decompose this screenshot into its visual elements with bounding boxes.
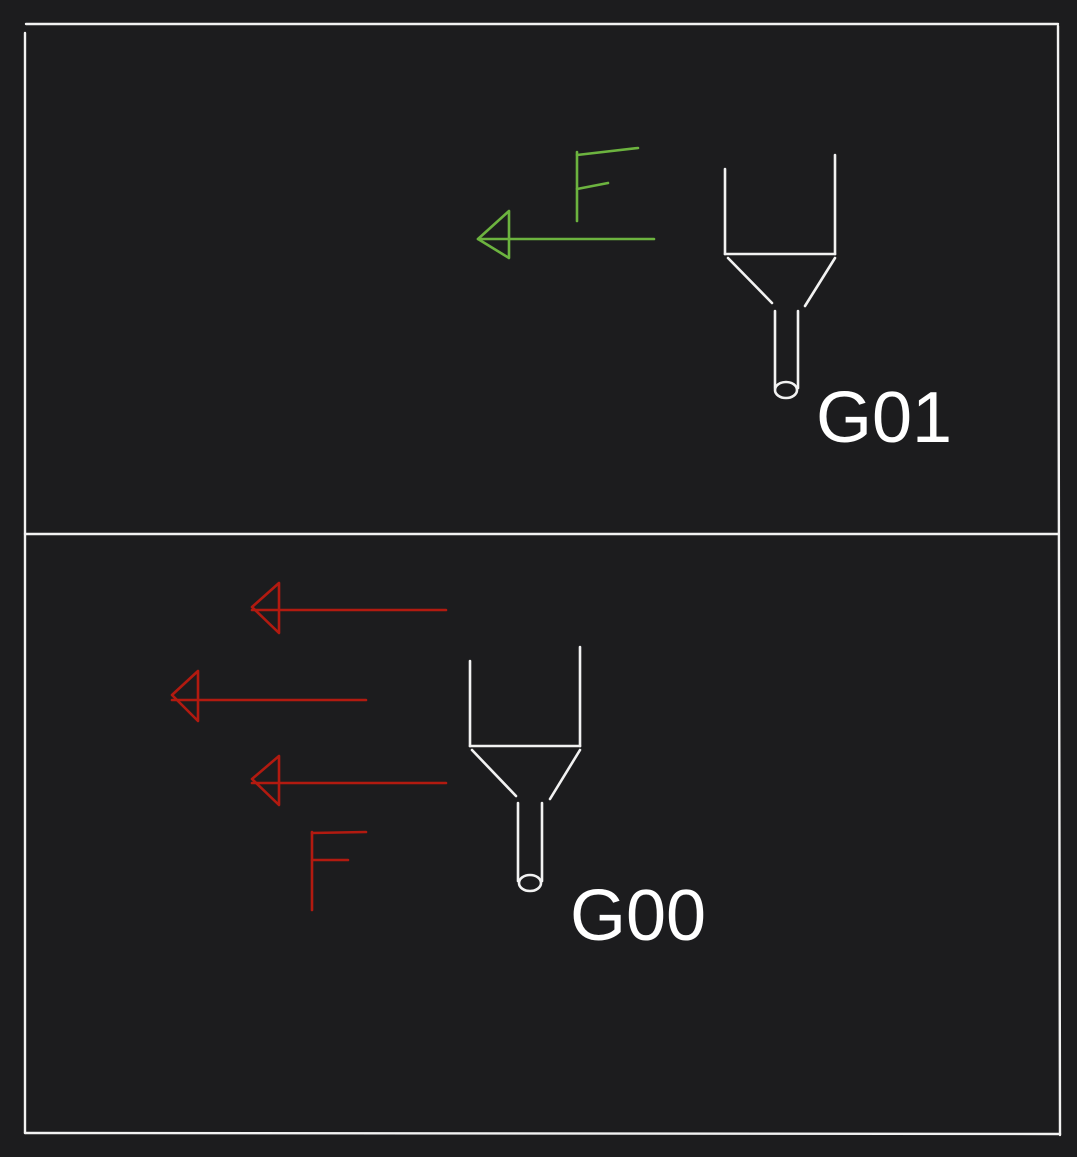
frame-right	[1056, 24, 1062, 1137]
panel-g00: G00	[170, 581, 706, 956]
feed-arrow-head	[476, 209, 511, 260]
feed-arrow-g01	[476, 209, 656, 260]
tool-icon-g00	[468, 645, 582, 893]
gcode-label-g00: G00	[570, 876, 706, 956]
rapid-arrow-2	[170, 669, 368, 723]
gcode-label-g01: G01	[816, 378, 952, 458]
gcode-motion-diagram: G01 G00	[23, 22, 1062, 1137]
rapid-arrow-3	[250, 754, 448, 807]
frame-bottom	[23, 1131, 1062, 1136]
rapid-arrow-1	[250, 581, 448, 635]
panel-g01: G01	[476, 146, 952, 458]
frame	[23, 22, 1062, 1137]
feed-letter-g01	[575, 146, 640, 223]
feed-letter-g00	[310, 830, 368, 912]
tool-icon-g01	[723, 153, 837, 400]
